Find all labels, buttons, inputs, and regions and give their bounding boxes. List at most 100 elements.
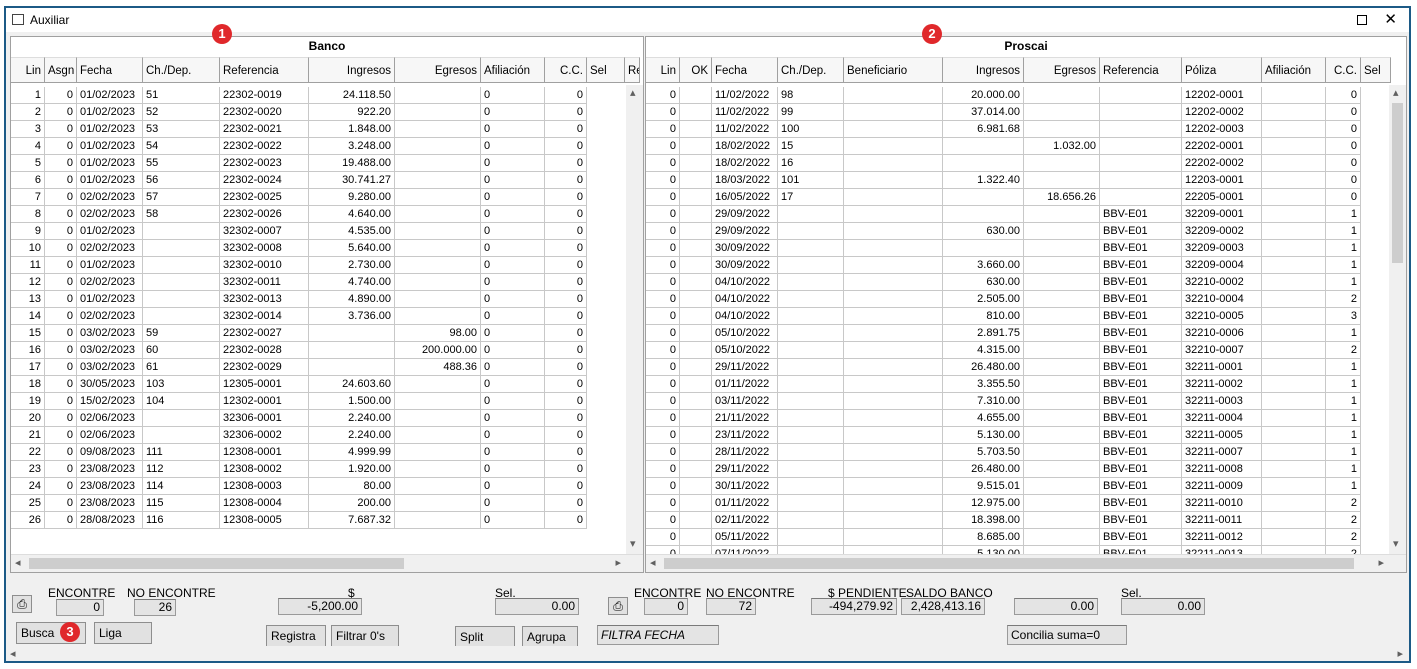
table-cell: 32211-0009	[1182, 478, 1262, 495]
scroll-left-icon[interactable]: ◂	[650, 556, 656, 569]
table-cell: 12308-0005	[220, 512, 309, 529]
table-cell	[1100, 172, 1182, 189]
filtrar-button[interactable]: Filtrar 0's	[331, 625, 399, 647]
table-cell: 0	[545, 325, 587, 342]
proscai-column-header[interactable]: Afiliación	[1262, 57, 1326, 83]
table-cell	[1100, 189, 1182, 206]
table-cell: 32209-0003	[1182, 240, 1262, 257]
close-icon[interactable]: ✕	[1384, 10, 1397, 28]
scroll-right-icon[interactable]: ▸	[1378, 556, 1384, 569]
table-cell: 0	[545, 104, 587, 121]
proscai-column-header[interactable]: Fecha	[712, 57, 778, 83]
table-cell	[943, 240, 1024, 257]
banco-column-header[interactable]: C.C.	[545, 57, 587, 83]
table-cell	[778, 512, 844, 529]
table-cell: 0	[45, 393, 77, 410]
banco-column-header[interactable]: Fecha	[77, 57, 143, 83]
table-cell	[1024, 87, 1100, 104]
window-hscroll[interactable]: ◂ ▸	[6, 646, 1409, 661]
proscai-column-header[interactable]: Lin	[646, 57, 680, 83]
proscai-vscroll-thumb[interactable]	[1392, 103, 1403, 263]
table-cell	[943, 138, 1024, 155]
proscai-column-header[interactable]: Egresos	[1024, 57, 1100, 83]
proscai-column-header[interactable]: Beneficiario	[844, 57, 943, 83]
banco-column-header[interactable]: Sel	[587, 57, 625, 83]
banco-column-header[interactable]: Re	[625, 57, 640, 83]
table-cell	[1024, 155, 1100, 172]
table-cell: 4	[11, 138, 45, 155]
banco-column-header[interactable]: Lin	[11, 57, 45, 83]
banco-hscroll[interactable]: ◂ ▸	[11, 554, 643, 572]
table-cell: 32211-0007	[1182, 444, 1262, 461]
table-cell: 0	[45, 512, 77, 529]
scroll-down-icon[interactable]: ▾	[1393, 537, 1399, 550]
table-cell: 01/02/2023	[77, 155, 143, 172]
proscai-column-header[interactable]: Sel	[1361, 57, 1391, 83]
table-cell: 02/11/2022	[712, 512, 778, 529]
scroll-up-icon[interactable]: ▴	[630, 86, 636, 99]
registra-button[interactable]: Registra	[266, 625, 326, 647]
printer-icon[interactable]: ⎙	[608, 597, 628, 615]
table-cell: 1	[1326, 478, 1361, 495]
scroll-up-icon[interactable]: ▴	[1393, 86, 1399, 99]
table-cell: 0	[481, 478, 545, 495]
table-cell: 59	[143, 325, 220, 342]
table-cell	[844, 223, 943, 240]
table-cell	[844, 206, 943, 223]
proscai-column-header[interactable]: OK	[680, 57, 712, 83]
table-cell	[680, 325, 712, 342]
banco-vscroll[interactable]: ▴ ▾	[626, 85, 643, 557]
proscai-column-header[interactable]: Ingresos	[943, 57, 1024, 83]
proscai-badge: 2	[922, 24, 942, 44]
table-cell	[680, 274, 712, 291]
banco-column-header[interactable]: Afiliación	[481, 57, 545, 83]
split-button[interactable]: Split	[455, 626, 515, 648]
proscai-column-header[interactable]: Referencia	[1100, 57, 1182, 83]
table-cell: 0	[45, 138, 77, 155]
banco-column-header[interactable]: Ingresos	[309, 57, 395, 83]
concilia-field[interactable]: Concilia suma=0	[1007, 625, 1127, 645]
table-cell	[1262, 155, 1326, 172]
banco-column-header[interactable]: Referencia	[220, 57, 309, 83]
table-cell: 5.130.00	[943, 427, 1024, 444]
table-cell: 6	[11, 172, 45, 189]
table-cell	[1262, 512, 1326, 529]
table-cell	[1024, 223, 1100, 240]
table-cell	[395, 478, 481, 495]
banco-column-header[interactable]: Egresos	[395, 57, 481, 83]
table-cell: 3.355.50	[943, 376, 1024, 393]
table-cell	[778, 444, 844, 461]
banco-column-header[interactable]: Asgn	[45, 57, 77, 83]
liga-button[interactable]: Liga	[94, 622, 152, 644]
table-cell	[1262, 223, 1326, 240]
table-cell: 15	[11, 325, 45, 342]
scroll-left-icon[interactable]: ◂	[15, 556, 21, 569]
filtra-fecha-field[interactable]: FILTRA FECHA	[597, 625, 719, 645]
proscai-hscroll-thumb[interactable]	[664, 558, 1354, 569]
banco-column-header[interactable]: Ch./Dep.	[143, 57, 220, 83]
saldo-banco-value: 2,428,413.16	[901, 598, 985, 615]
banco-hscroll-thumb[interactable]	[29, 558, 404, 569]
proscai-hscroll[interactable]: ◂ ▸	[646, 554, 1406, 572]
table-cell: 0	[45, 155, 77, 172]
table-cell	[778, 206, 844, 223]
scroll-down-icon[interactable]: ▾	[630, 537, 636, 550]
maximize-icon[interactable]	[1357, 15, 1367, 25]
table-cell: 60	[143, 342, 220, 359]
table-cell	[143, 410, 220, 427]
agrupa-button[interactable]: Agrupa	[522, 626, 578, 648]
table-cell: 0	[545, 393, 587, 410]
proscai-column-header[interactable]: Ch./Dep.	[778, 57, 844, 83]
table-cell: 22302-0028	[220, 342, 309, 359]
proscai-vscroll[interactable]: ▴ ▾	[1389, 85, 1406, 557]
proscai-column-header[interactable]: C.C.	[1326, 57, 1361, 83]
table-cell: 23/08/2023	[77, 478, 143, 495]
printer-icon[interactable]: ⎙	[12, 595, 32, 613]
scroll-right-icon[interactable]: ▸	[615, 556, 621, 569]
proscai-column-header[interactable]: Póliza	[1182, 57, 1262, 83]
table-cell	[680, 359, 712, 376]
table-cell: 0	[646, 512, 680, 529]
scroll-left-icon[interactable]: ◂	[10, 647, 16, 660]
scroll-right-icon[interactable]: ▸	[1397, 647, 1403, 660]
table-cell	[778, 325, 844, 342]
